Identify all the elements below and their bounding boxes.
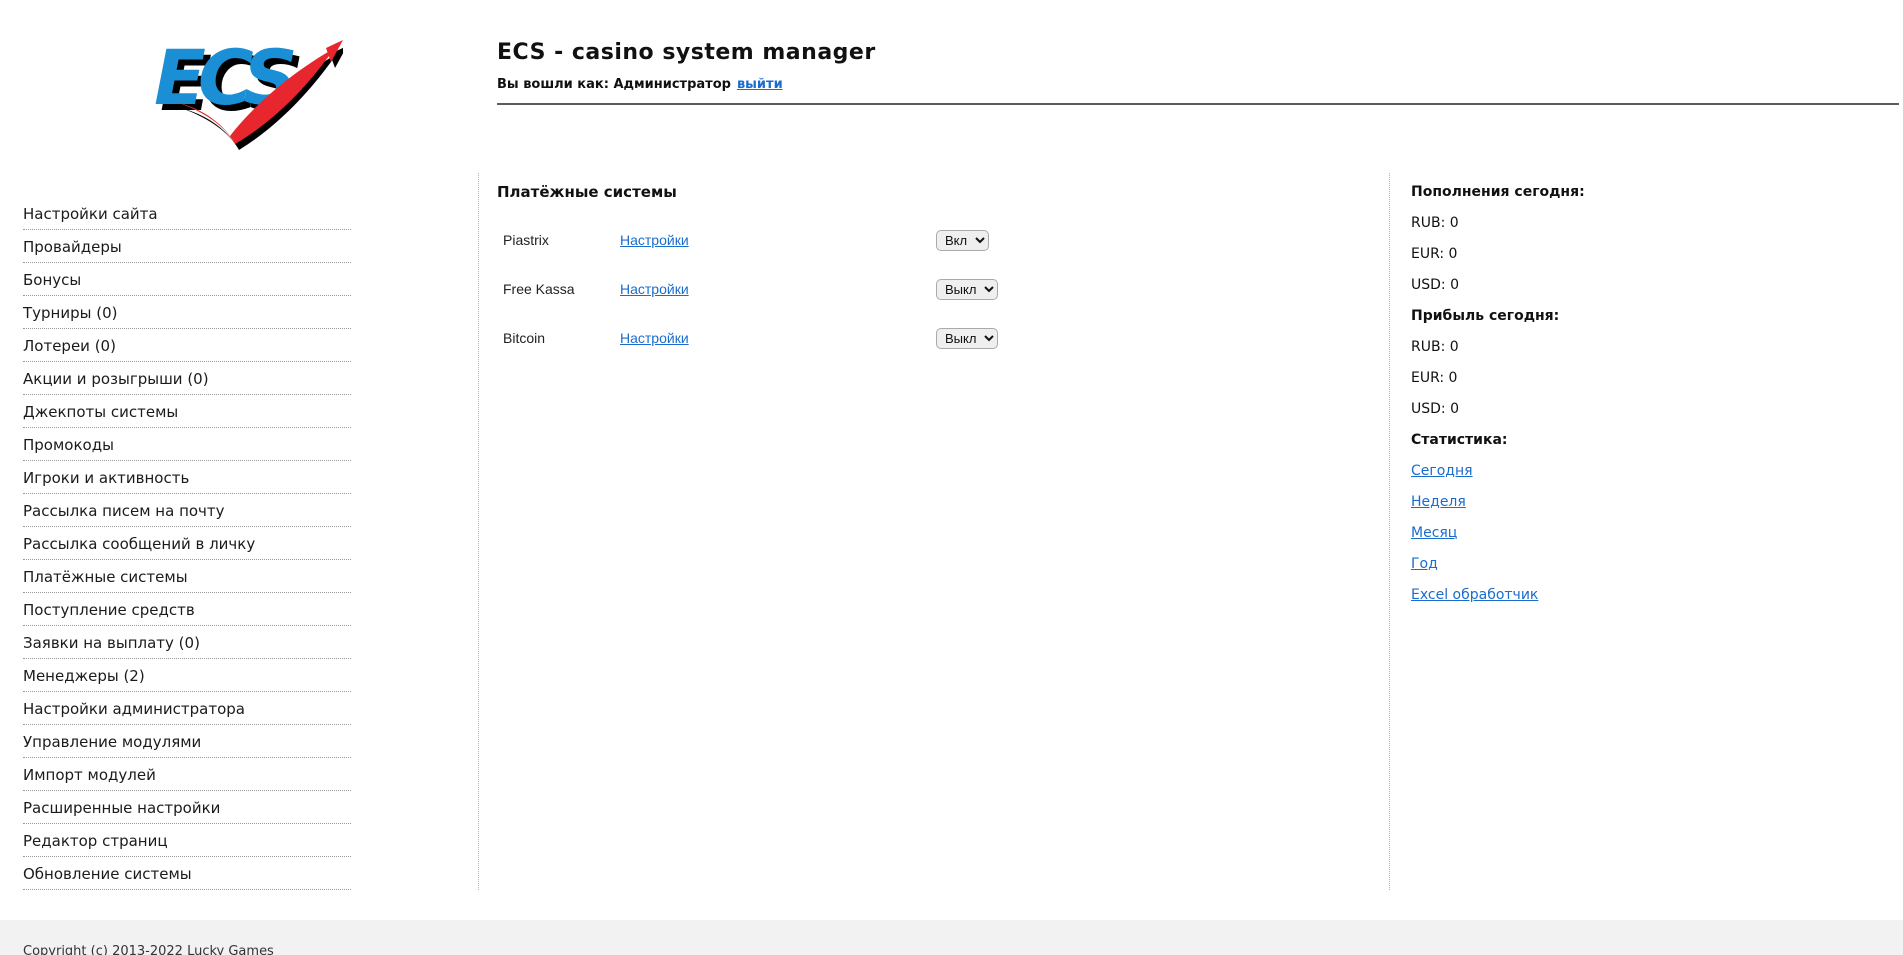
payment-row-bitcoin: Bitcoin Настройки Выкл bbox=[497, 327, 1357, 349]
sidebar-item-email-mailing[interactable]: Рассылка писем на почту bbox=[23, 494, 351, 527]
stats-panel: Пополнения сегодня: RUB: 0 EUR: 0 USD: 0… bbox=[1411, 184, 1831, 618]
stats-link-year[interactable]: Год bbox=[1411, 556, 1438, 573]
sidebar-item-system-update[interactable]: Обновление системы bbox=[23, 857, 351, 890]
ecs-logo[interactable]: ECS ECS bbox=[138, 14, 347, 152]
payment-state-select[interactable]: Вкл bbox=[936, 229, 989, 251]
sidebar-item-bonuses[interactable]: Бонусы bbox=[23, 263, 351, 296]
sidebar-item-players-activity[interactable]: Игроки и активность bbox=[23, 461, 351, 494]
payment-state-select[interactable]: Выкл bbox=[936, 327, 998, 349]
sidebar-content-divider bbox=[478, 173, 479, 890]
payment-name: Bitcoin bbox=[503, 330, 546, 346]
sidebar-item-tournaments[interactable]: Турниры (0) bbox=[23, 296, 351, 329]
sidebar-item-promocodes[interactable]: Промокоды bbox=[23, 428, 351, 461]
stats-link-month[interactable]: Месяц bbox=[1411, 525, 1457, 542]
logged-in-as-text: Вы вошли как: Администратор bbox=[497, 77, 731, 92]
statistics-heading: Статистика: bbox=[1411, 432, 1508, 448]
stats-link-week[interactable]: Неделя bbox=[1411, 494, 1466, 511]
sidebar-item-providers[interactable]: Провайдеры bbox=[23, 230, 351, 263]
sidebar-item-pm-mailing[interactable]: Рассылка сообщений в личку bbox=[23, 527, 351, 560]
page: ECS ECS ECS - casino system manager Вы в… bbox=[0, 0, 1903, 955]
footer: Copyright (c) 2013-2022 Lucky Games bbox=[0, 920, 1903, 955]
deposits-rub-value: RUB: 0 bbox=[1411, 215, 1459, 231]
logged-in-status: Вы вошли как: Администратор выйти bbox=[497, 77, 783, 92]
sidebar-item-payment-systems[interactable]: Платёжные системы bbox=[23, 560, 351, 593]
stats-link-excel-processor[interactable]: Excel обработчик bbox=[1411, 587, 1538, 604]
sidebar-item-lotteries[interactable]: Лотереи (0) bbox=[23, 329, 351, 362]
sidebar-item-module-management[interactable]: Управление модулями bbox=[23, 725, 351, 758]
payment-systems-panel: Платёжные системы Piastrix Настройки Вкл… bbox=[497, 183, 1357, 349]
sidebar: Настройки сайта Провайдеры Бонусы Турнир… bbox=[23, 197, 351, 890]
sidebar-item-module-import[interactable]: Импорт модулей bbox=[23, 758, 351, 791]
deposits-today-heading: Пополнения сегодня: bbox=[1411, 184, 1585, 200]
ecs-logo-image: ECS ECS bbox=[154, 33, 347, 150]
sidebar-item-advanced-settings[interactable]: Расширенные настройки bbox=[23, 791, 351, 824]
sidebar-item-incoming-funds[interactable]: Поступление средств bbox=[23, 593, 351, 626]
header-divider bbox=[497, 103, 1899, 105]
sidebar-item-managers[interactable]: Менеджеры (2) bbox=[23, 659, 351, 692]
deposits-usd-value: USD: 0 bbox=[1411, 277, 1459, 293]
payment-name: Piastrix bbox=[503, 232, 549, 248]
payment-name: Free Kassa bbox=[503, 281, 575, 297]
payment-settings-link[interactable]: Настройки bbox=[620, 330, 936, 346]
logout-link[interactable]: выйти bbox=[737, 77, 783, 92]
profit-today-heading: Прибыль сегодня: bbox=[1411, 308, 1560, 324]
profit-usd-value: USD: 0 bbox=[1411, 401, 1459, 417]
content-stats-divider bbox=[1389, 173, 1390, 890]
sidebar-item-payout-requests[interactable]: Заявки на выплату (0) bbox=[23, 626, 351, 659]
payment-row-free-kassa: Free Kassa Настройки Выкл bbox=[497, 278, 1357, 300]
deposits-eur-value: EUR: 0 bbox=[1411, 246, 1458, 262]
stats-link-today[interactable]: Сегодня bbox=[1411, 463, 1473, 480]
sidebar-item-promotions[interactable]: Акции и розыгрыши (0) bbox=[23, 362, 351, 395]
copyright-text: Copyright (c) 2013-2022 Lucky Games bbox=[23, 944, 274, 955]
sidebar-item-page-editor[interactable]: Редактор страниц bbox=[23, 824, 351, 857]
profit-eur-value: EUR: 0 bbox=[1411, 370, 1458, 386]
profit-rub-value: RUB: 0 bbox=[1411, 339, 1459, 355]
sidebar-item-site-settings[interactable]: Настройки сайта bbox=[23, 197, 351, 230]
payment-settings-link[interactable]: Настройки bbox=[620, 232, 936, 248]
sidebar-item-admin-settings[interactable]: Настройки администратора bbox=[23, 692, 351, 725]
sidebar-item-jackpots[interactable]: Джекпоты системы bbox=[23, 395, 351, 428]
payment-systems-heading: Платёжные системы bbox=[497, 183, 677, 201]
payment-state-select[interactable]: Выкл bbox=[936, 278, 998, 300]
payment-settings-link[interactable]: Настройки bbox=[620, 281, 936, 297]
payment-row-piastrix: Piastrix Настройки Вкл bbox=[497, 229, 1357, 251]
page-title: ECS - casino system manager bbox=[497, 40, 876, 65]
